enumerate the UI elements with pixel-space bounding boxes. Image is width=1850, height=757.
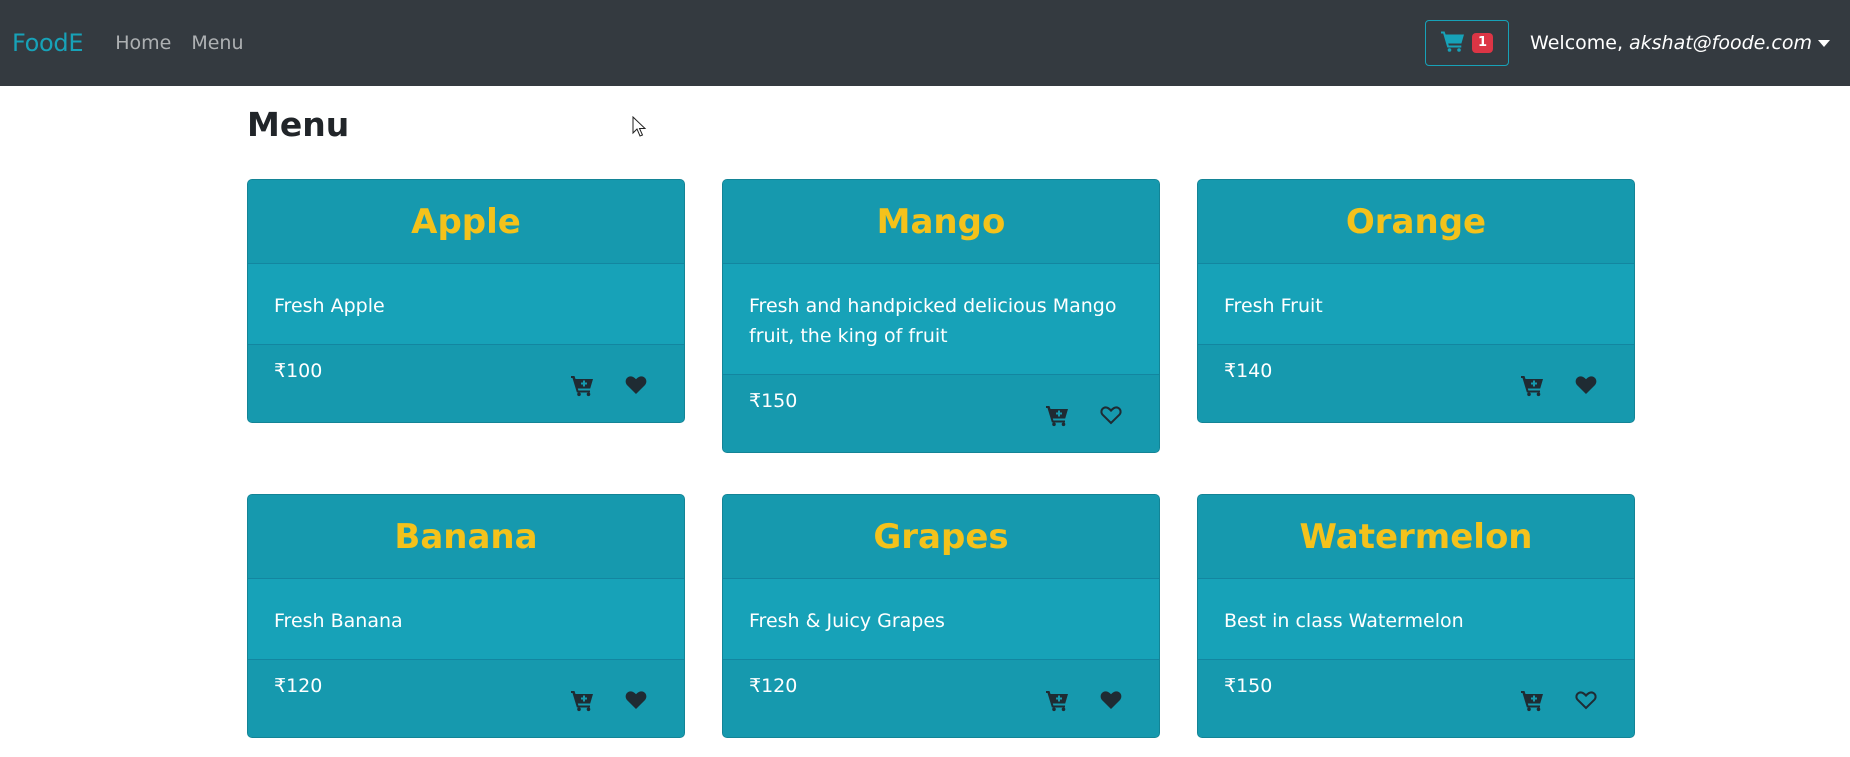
product-actions — [570, 373, 648, 397]
heart-filled-icon[interactable] — [1574, 373, 1598, 397]
brand-logo[interactable]: FoodE — [12, 29, 84, 57]
cart-count-badge: 1 — [1472, 33, 1494, 53]
product-price: ₹150 — [749, 390, 798, 412]
product-name: Watermelon — [1198, 495, 1634, 579]
product-card: Apple Fresh Apple ₹100 — [247, 179, 685, 423]
product-actions — [1520, 688, 1598, 712]
product-actions — [570, 688, 648, 712]
product-card-footer: ₹150 — [1198, 659, 1634, 737]
product-name: Mango — [723, 180, 1159, 264]
add-to-cart-icon[interactable] — [1045, 688, 1069, 712]
product-description: Fresh Apple — [274, 295, 385, 317]
product-card: Orange Fresh Fruit ₹140 — [1197, 179, 1635, 423]
product-actions — [1045, 403, 1123, 427]
product-card: Mango Fresh and handpicked delicious Mang… — [722, 179, 1160, 453]
add-to-cart-icon[interactable] — [570, 688, 594, 712]
product-description: Fresh Banana — [274, 610, 403, 632]
add-to-cart-icon[interactable] — [570, 373, 594, 397]
product-card: Grapes Fresh & Juicy Grapes ₹120 — [722, 494, 1160, 738]
heart-filled-icon[interactable] — [1099, 688, 1123, 712]
product-card: Banana Fresh Banana ₹120 — [247, 494, 685, 738]
cart-icon — [1441, 30, 1465, 56]
page-title: Menu — [247, 105, 350, 144]
nav-right-group: 1 Welcome, akshat@foode.com — [1425, 20, 1838, 66]
heart-outline-icon[interactable] — [1574, 688, 1598, 712]
product-name: Banana — [248, 495, 684, 579]
product-card: Watermelon Best in class Watermelon ₹150 — [1197, 494, 1635, 738]
product-description: Best in class Watermelon — [1224, 610, 1464, 632]
add-to-cart-icon[interactable] — [1520, 373, 1544, 397]
product-description: Fresh & Juicy Grapes — [749, 610, 945, 632]
product-name: Orange — [1198, 180, 1634, 264]
welcome-label: Welcome, — [1530, 32, 1623, 54]
product-card-footer: ₹120 — [723, 659, 1159, 737]
product-description: Fresh Fruit — [1224, 295, 1323, 317]
top-navbar: FoodE Home Menu 1 Welcome, akshat@foode.… — [0, 0, 1850, 86]
product-price: ₹120 — [274, 675, 323, 697]
product-actions — [1520, 373, 1598, 397]
product-card-footer: ₹140 — [1198, 344, 1634, 422]
nav-link-menu[interactable]: Menu — [191, 32, 243, 54]
product-price: ₹120 — [749, 675, 798, 697]
nav-link-home[interactable]: Home — [115, 32, 171, 54]
product-price: ₹100 — [274, 360, 323, 382]
product-card-footer: ₹150 — [723, 374, 1159, 452]
product-name: Grapes — [723, 495, 1159, 579]
product-price: ₹140 — [1224, 360, 1273, 382]
product-actions — [1045, 688, 1123, 712]
add-to-cart-icon[interactable] — [1045, 403, 1069, 427]
heart-filled-icon[interactable] — [624, 688, 648, 712]
user-email: akshat@foode.com — [1629, 32, 1812, 54]
mouse-cursor-icon — [632, 116, 647, 137]
product-card-footer: ₹120 — [248, 659, 684, 737]
product-description: Fresh and handpicked delicious Mango fru… — [749, 295, 1117, 347]
cart-button[interactable]: 1 — [1425, 20, 1510, 66]
user-dropdown-toggle[interactable]: Welcome, akshat@foode.com — [1530, 32, 1830, 54]
product-name: Apple — [248, 180, 684, 264]
add-to-cart-icon[interactable] — [1520, 688, 1544, 712]
heart-outline-icon[interactable] — [1099, 403, 1123, 427]
product-price: ₹150 — [1224, 675, 1273, 697]
product-card-footer: ₹100 — [248, 344, 684, 422]
heart-filled-icon[interactable] — [624, 373, 648, 397]
caret-down-icon — [1818, 39, 1830, 47]
